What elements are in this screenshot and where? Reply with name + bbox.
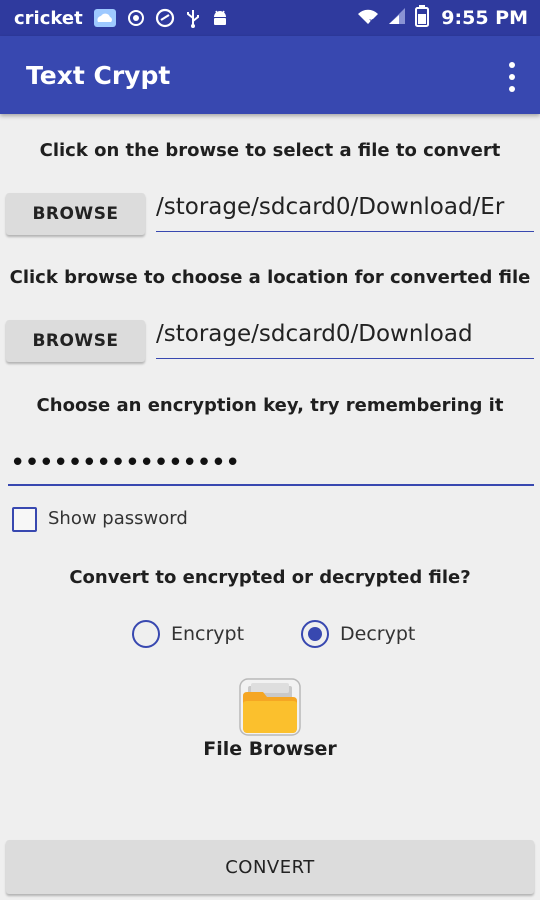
svg-text:x: x <box>369 17 373 25</box>
browse-destination-button[interactable]: BROWSE <box>6 320 145 362</box>
app-title: Text Crypt <box>26 60 171 90</box>
android-icon <box>211 8 229 28</box>
encrypt-radio[interactable] <box>132 620 160 648</box>
decrypt-label: Decrypt <box>340 623 416 645</box>
wifi-icon: x <box>357 7 379 29</box>
encrypt-label: Encrypt <box>171 623 245 645</box>
mode-question: Convert to encrypted or decrypted file? <box>69 567 471 588</box>
file-browser-label[interactable]: File Browser <box>0 738 540 760</box>
show-password-label: Show password <box>48 508 188 529</box>
shield-icon <box>155 8 175 28</box>
location-instruction: Click browse to choose a location for co… <box>9 267 531 288</box>
key-instruction: Choose an encryption key, try rememberin… <box>36 395 504 416</box>
carrier-name: cricket <box>14 7 83 29</box>
status-bar: cricket x 9:55 PM <box>0 0 540 36</box>
radio-selected-dot <box>308 627 322 641</box>
source-path-field[interactable]: /storage/sdcard0/Download/Er <box>156 192 534 232</box>
battery-icon <box>415 5 430 31</box>
browse-source-button[interactable]: BROWSE <box>6 193 145 235</box>
cloud-icon <box>93 8 117 28</box>
app-bar: Text Crypt <box>0 36 540 114</box>
show-password-checkbox[interactable] <box>12 507 37 532</box>
folder-icon[interactable] <box>239 678 301 736</box>
decrypt-radio[interactable] <box>301 620 329 648</box>
more-vert-icon[interactable] <box>504 62 520 92</box>
convert-button[interactable]: CONVERT <box>6 840 534 894</box>
circle-icon <box>127 9 145 27</box>
signal-icon <box>387 7 407 29</box>
clock: 9:55 PM <box>441 7 528 29</box>
destination-path-field[interactable]: /storage/sdcard0/Download <box>156 319 534 359</box>
encryption-key-field[interactable]: •••••••••••••••• <box>8 444 534 486</box>
usb-icon <box>185 8 201 28</box>
select-file-instruction: Click on the browse to select a file to … <box>39 140 501 161</box>
